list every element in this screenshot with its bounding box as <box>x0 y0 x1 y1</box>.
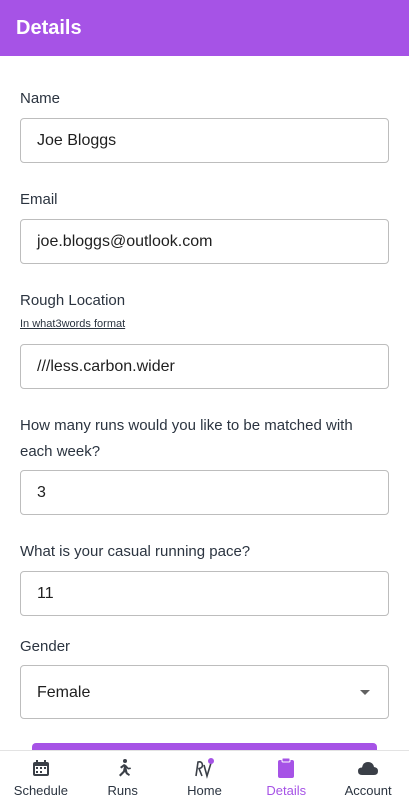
location-input[interactable]: ///less.carbon.wider <box>20 344 389 389</box>
runs-per-week-input[interactable]: 3 <box>20 470 389 515</box>
what3words-link[interactable]: In what3words format <box>20 318 125 330</box>
runs-label-line1: How many runs would you like to be match… <box>20 417 353 434</box>
calendar-icon <box>30 757 52 779</box>
bottom-nav: Schedule Runs Home Details Account <box>0 750 409 800</box>
pace-value: 11 <box>37 585 54 602</box>
nav-label-account: Account <box>344 783 392 798</box>
nav-label-runs: Runs <box>107 783 138 798</box>
location-label: Rough Location <box>20 292 126 309</box>
nav-label-details: Details <box>266 783 307 798</box>
cloud-icon <box>357 757 379 779</box>
page-title: Details <box>16 16 82 39</box>
email-label: Email <box>20 191 58 208</box>
runner-icon <box>112 757 134 779</box>
rv-logo-icon <box>193 757 215 779</box>
email-input[interactable]: joe.bloggs@outlook.com <box>20 219 389 264</box>
dropdown-arrow-icon <box>360 690 370 695</box>
gender-label: Gender <box>20 638 71 655</box>
name-value: Joe Bloggs <box>37 132 117 149</box>
nav-item-home[interactable]: Home <box>164 751 246 800</box>
gender-value: Female <box>37 684 91 701</box>
nav-item-account[interactable]: Account <box>327 751 409 800</box>
nav-item-runs[interactable]: Runs <box>82 751 164 800</box>
submit-button[interactable] <box>32 743 377 750</box>
nav-label-schedule: Schedule <box>13 783 68 798</box>
clipboard-icon <box>275 757 297 779</box>
nav-item-schedule[interactable]: Schedule <box>0 751 82 800</box>
runs-label-line2: each week? <box>20 443 101 460</box>
gender-select[interactable]: Female <box>20 665 389 719</box>
name-label: Name <box>20 90 61 107</box>
runs-per-week-value: 3 <box>37 484 46 501</box>
pace-label: What is your casual running pace? <box>20 543 251 560</box>
details-form: Name Joe Bloggs Email joe.bloggs@outlook… <box>0 56 409 750</box>
email-value: joe.bloggs@outlook.com <box>37 233 213 250</box>
name-input[interactable]: Joe Bloggs <box>20 118 389 163</box>
nav-item-details[interactable]: Details <box>245 751 327 800</box>
pace-input[interactable]: 11 <box>20 571 389 616</box>
nav-label-home: Home <box>187 783 222 798</box>
app-header: Details <box>0 0 409 56</box>
location-value: ///less.carbon.wider <box>37 358 175 375</box>
